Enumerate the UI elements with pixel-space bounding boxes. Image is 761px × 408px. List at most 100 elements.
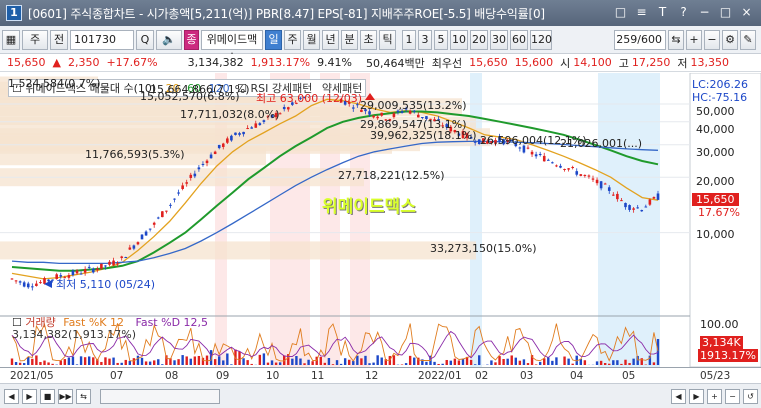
chart-area[interactable]: ☐ 위메이드맥스 매물대 수(10) 20 60 120 ☐ RSI 강세패턴 … [0,73,761,367]
period-week[interactable]: 주 [284,29,301,50]
stock-watermark: 위메이드맥스 [322,197,416,217]
volume-bar [18,362,22,365]
candle-body [648,199,652,205]
volume-bar [563,356,566,365]
volume-bar [35,355,38,365]
volume-bar [343,358,347,365]
play-icon[interactable]: ▶ [22,388,37,404]
help-icon[interactable]: ? [675,4,692,21]
volume-bar [51,363,54,365]
period-second[interactable]: 초 [360,29,377,50]
market-select[interactable]: 주 [22,29,48,50]
candle-body [542,155,546,162]
interval-60[interactable]: 60 [510,29,528,50]
rewind-icon[interactable]: ◀ [4,388,19,404]
stop-icon[interactable]: ■ [40,388,55,404]
interval-5[interactable]: 5 [434,29,448,50]
stock-code-input[interactable]: 101730 [70,29,134,50]
volume-bar [408,355,412,365]
candle-body [43,278,46,284]
high-label: 고 [618,56,629,70]
zoom-in-icon[interactable]: + [686,29,702,50]
volume-bar [222,360,225,365]
minimize-icon[interactable]: − [696,4,713,21]
low-price: 13,350 [690,56,730,69]
period-day[interactable]: 일 [265,29,282,50]
period-tick[interactable]: 틱 [379,29,396,50]
scroll-slider[interactable] [100,388,220,404]
arrows-icon[interactable]: ⇆ [668,29,684,50]
zoom-out-icon[interactable]: − [725,388,740,404]
volume-bar [392,355,396,365]
volume-bar [632,358,635,365]
candle-body [563,168,566,170]
candle-body [603,183,607,185]
toggle-icon[interactable]: ⇆ [76,388,91,404]
restore-icon[interactable]: □ [612,4,629,21]
volume-bar [356,355,359,365]
volume-bar [63,359,67,365]
zoom-in-icon[interactable]: + [707,388,722,404]
candle-body [112,260,115,266]
candle-body [246,128,249,130]
bar-count-input[interactable]: 259/600 [614,29,666,50]
scroll-right-icon[interactable]: ▶ [689,388,704,404]
period-month[interactable]: 월 [303,29,320,50]
interval-120[interactable]: 120 [530,29,552,50]
screen-name: 주식종합차트 [70,6,136,21]
trade-amount: 50,464백만 [366,56,425,70]
interval-1[interactable]: 1 [402,29,416,50]
candle-body [120,256,123,258]
reset-icon[interactable]: ↺ [743,388,758,404]
volume-bar [380,357,383,365]
candle-body [128,247,132,250]
app-icon: 1 [6,5,22,21]
candle-body [71,270,75,276]
all-button[interactable]: 전 [50,29,68,50]
candle-body [607,187,611,191]
volume-bar [128,360,132,365]
volume-ratio: 1,913.17% [250,56,311,69]
low-label: 저 [677,56,688,70]
volume-bar [87,356,91,365]
x-tick: 08 [165,370,179,382]
grid-icon[interactable]: ▦ [2,29,20,50]
interval-3[interactable]: 3 [418,29,432,50]
search-icon[interactable]: Q [136,29,154,50]
bottom-toolbar: ◀ ▶ ■ ▶▶ ⇆ ◀ ▶ + − ↺ [0,383,761,408]
candle-body [18,281,22,283]
maximize-icon[interactable]: □ [717,4,734,21]
zoom-out-icon[interactable]: − [704,29,720,50]
volume-bar [522,359,526,365]
volume-bar [274,362,278,365]
menu-icon[interactable]: ≡ [633,4,650,21]
price-change: 2,350 [67,56,100,69]
close-icon[interactable]: × [738,4,755,21]
candle-body [583,174,587,176]
candle-body [636,207,639,209]
up-arrow-icon: ▲ [52,56,61,69]
volume-bar [226,353,229,365]
candle-body [193,173,197,177]
price-change-pct: +17.67% [106,56,158,69]
volume-bar [79,356,83,365]
interval-30[interactable]: 30 [490,29,508,50]
scroll-left-icon[interactable]: ◀ [671,388,686,404]
pin-icon[interactable]: ✎ [740,29,756,50]
volume-bar [551,360,554,365]
font-icon[interactable]: T [654,4,671,21]
audio-icon[interactable]: 🔈 [156,29,182,50]
volume-bar [108,358,111,365]
candle-body [250,127,254,129]
chart-settings-icon[interactable]: ⚙ [722,29,738,50]
candle-body [148,228,152,230]
interval-20[interactable]: 20 [470,29,488,50]
candle-body [104,265,107,267]
period-minute[interactable]: 분 [341,29,358,50]
interval-10[interactable]: 10 [450,29,468,50]
volume-bar [547,357,550,365]
period-year[interactable]: 년 [322,29,339,50]
step-icon[interactable]: ▶▶ [58,388,73,404]
x-tick: 09 [216,370,230,382]
volume-bar [441,363,444,365]
